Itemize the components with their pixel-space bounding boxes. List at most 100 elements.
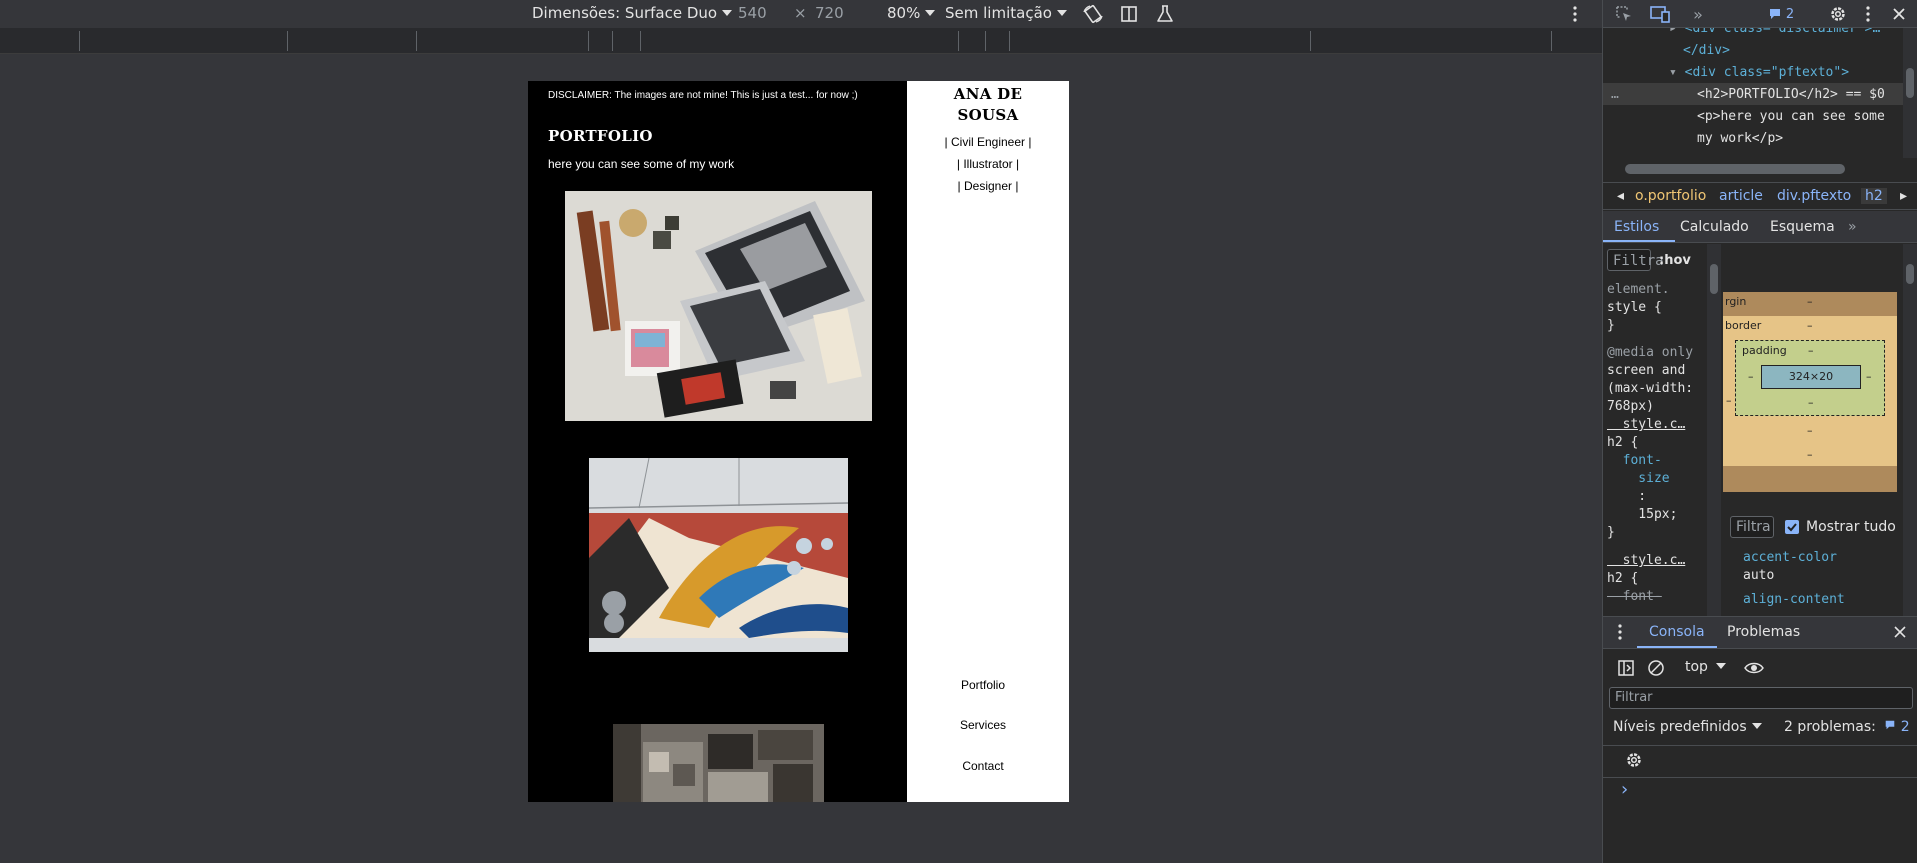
box-model-margin[interactable]: rgin – border – padding – 324×20 – – – –… [1723,292,1897,492]
clear-console-icon[interactable] [1647,659,1665,681]
node-ellipsis-icon[interactable]: … [1611,84,1619,106]
css-source-link[interactable]: style.c… [1607,552,1686,570]
breadcrumb-item-selected[interactable]: h2 [1861,188,1887,204]
computed-scrollbar[interactable] [1903,244,1917,616]
padding-right-value: – [1866,370,1872,383]
css-line: (max-width: [1607,381,1694,396]
computed-prop-value: auto [1743,568,1775,583]
border-top-value: – [1807,319,1813,332]
more-tabs-icon[interactable]: » [1848,219,1857,235]
breadcrumb: ◂ o.portfolio article div.pftexto h2 ▸ [1603,182,1917,210]
dom-line[interactable]: my work</p> [1697,128,1783,150]
styles-filter-input[interactable]: Filtra [1607,249,1664,271]
context-selector[interactable]: top [1685,659,1726,675]
elements-horizontal-scrollbar[interactable] [1603,158,1917,180]
ruler-tick [588,31,589,51]
css-line: h2 { [1607,571,1639,586]
console-filter-input[interactable]: Filtrar [1609,687,1913,709]
more-options-icon[interactable] [1563,3,1587,25]
css-line: style { [1607,300,1662,315]
throttle-dropdown[interactable]: Sem limitação [945,4,1067,22]
device-dimensions-dropdown[interactable]: Dimensões: Surface Duo [532,4,733,22]
devtools-menu-icon[interactable] [1861,4,1875,24]
margin-top-value: – [1807,295,1813,308]
device-toggle-icon[interactable] [1648,4,1672,24]
dom-line[interactable]: ▸ <div class="disclaimer">… [1669,28,1880,40]
dom-line[interactable]: <p>here you can see some [1697,106,1885,128]
problems-summary[interactable]: 2 problemas: 2 [1784,719,1910,735]
box-model-border[interactable]: border – padding – 324×20 – – – – – – [1723,316,1897,466]
breadcrumb-item[interactable]: div.pftexto [1777,188,1851,204]
device-width-input[interactable]: 540 [738,4,767,22]
css-property-overridden[interactable]: font- [1607,588,1662,606]
styles-scrollbar[interactable] [1707,244,1721,616]
issues-count: 2 [1785,6,1795,22]
tab-console[interactable]: Consola [1649,624,1705,640]
breadcrumb-right-icon[interactable]: ▸ [1900,188,1907,204]
box-model-pane: rgin – border – padding – 324×20 – – – –… [1723,244,1917,616]
console-prompt[interactable]: › [1621,779,1628,800]
styles-pane: Filtra :hov element. style { } @media on… [1603,244,1705,616]
console-tabs: Consola Problemas [1603,617,1917,649]
ruler-tick [985,31,986,51]
css-property[interactable]: font- [1607,452,1662,470]
computed-filter-input[interactable]: Filtra [1730,516,1774,538]
elements-scrollbar[interactable] [1903,28,1917,158]
ruler-tick [416,31,417,51]
throttle-label: Sem limitação [945,4,1052,22]
nav-link-portfolio[interactable]: Portfolio [907,678,1059,692]
border-left-value: – [1726,394,1732,407]
css-line: 768px) [1607,399,1654,414]
sidebar-toggle-icon[interactable] [1617,659,1635,681]
tab-problems[interactable]: Problemas [1727,624,1800,640]
close-icon[interactable] [1889,4,1909,24]
nav-link-contact[interactable]: Contact [907,759,1059,773]
box-model-padding[interactable]: padding – 324×20 – – – [1735,340,1885,416]
log-levels-dropdown[interactable]: Níveis predefinidos [1613,719,1762,735]
css-line: screen and [1607,363,1686,378]
css-source-link[interactable]: style.c… [1607,416,1686,434]
breadcrumb-item[interactable]: o.portfolio [1635,188,1706,204]
dom-line[interactable]: </div> [1683,40,1730,62]
box-model-content-size[interactable]: 324×20 [1761,365,1861,389]
computed-prop-name[interactable]: accent-color [1743,550,1837,565]
drawer-menu-icon[interactable] [1617,623,1623,645]
more-tabs-icon[interactable]: » [1689,4,1707,24]
css-value[interactable]: 15px; [1607,506,1677,524]
console-settings-gear-icon[interactable] [1625,751,1643,773]
nav-link-services[interactable]: Services [907,718,1059,732]
breadcrumb-item[interactable]: article [1719,188,1763,204]
close-drawer-icon[interactable] [1893,625,1907,643]
breadcrumb-left-icon[interactable]: ◂ [1617,188,1624,204]
tab-layout[interactable]: Esquema [1770,219,1835,235]
dual-screen-icon[interactable] [1117,3,1141,25]
issues-badge[interactable]: 2 [1761,4,1801,24]
problems-label: 2 problemas: [1784,719,1876,735]
message-icon [1769,9,1780,19]
device-height-input[interactable]: 720 [815,4,844,22]
tab-styles[interactable]: Estilos [1614,219,1659,235]
tab-computed[interactable]: Calculado [1680,219,1749,235]
computed-prop-name[interactable]: align-content [1743,592,1845,607]
css-line: element. [1607,282,1670,297]
experimental-flask-icon[interactable] [1153,3,1177,25]
css-line: @media only [1607,345,1694,360]
css-property[interactable]: size [1607,470,1669,488]
dom-line-selected[interactable]: <h2>PORTFOLIO</h2> == $0 [1697,84,1885,106]
dom-line[interactable]: ▾ <div class="pftexto"> [1669,62,1849,84]
portfolio-subtitle: here you can see some of my work [548,157,735,171]
ruler-tick [640,31,641,51]
rotate-icon[interactable] [1081,3,1105,25]
divider [1603,745,1917,746]
settings-gear-icon[interactable] [1827,4,1849,24]
ruler-tick [1310,31,1311,51]
inspect-element-icon[interactable] [1613,4,1635,24]
chevron-down-icon [925,10,936,16]
media-query-ruler[interactable] [0,28,1602,54]
live-expression-eye-icon[interactable] [1743,659,1765,681]
chevron-down-icon [1715,663,1726,669]
show-all-checkbox[interactable] [1785,520,1799,534]
elements-tree[interactable]: ▸ <div class="disclaimer">… </div> ▾ <di… [1603,28,1917,158]
hov-toggle[interactable]: :hov [1659,252,1691,270]
zoom-dropdown[interactable]: 80% [887,4,936,22]
